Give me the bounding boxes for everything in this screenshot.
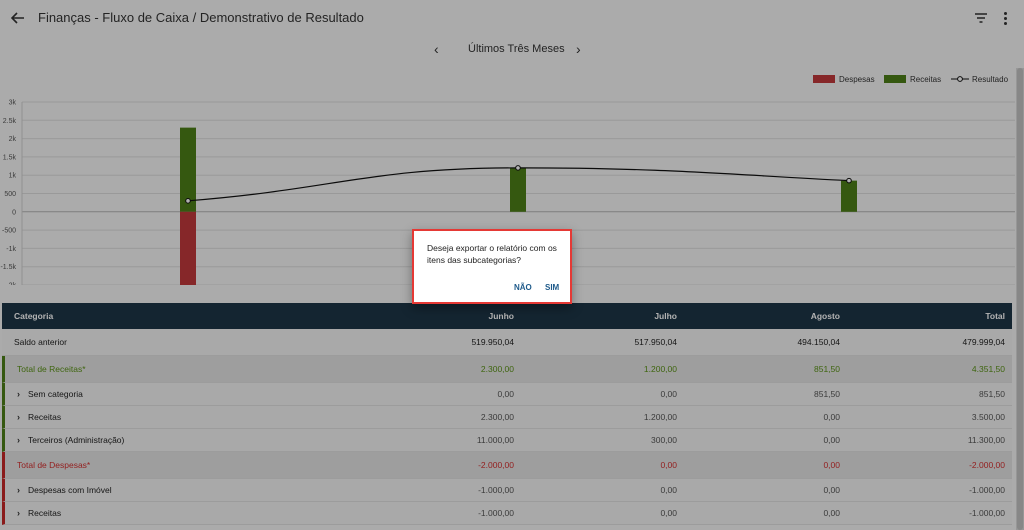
yes-button[interactable]: SIM — [545, 283, 559, 292]
no-button[interactable]: NÃO — [514, 283, 532, 292]
dialog-message: Deseja exportar o relatório com os itens… — [427, 243, 557, 265]
export-dialog: Deseja exportar o relatório com os itens… — [412, 229, 572, 304]
